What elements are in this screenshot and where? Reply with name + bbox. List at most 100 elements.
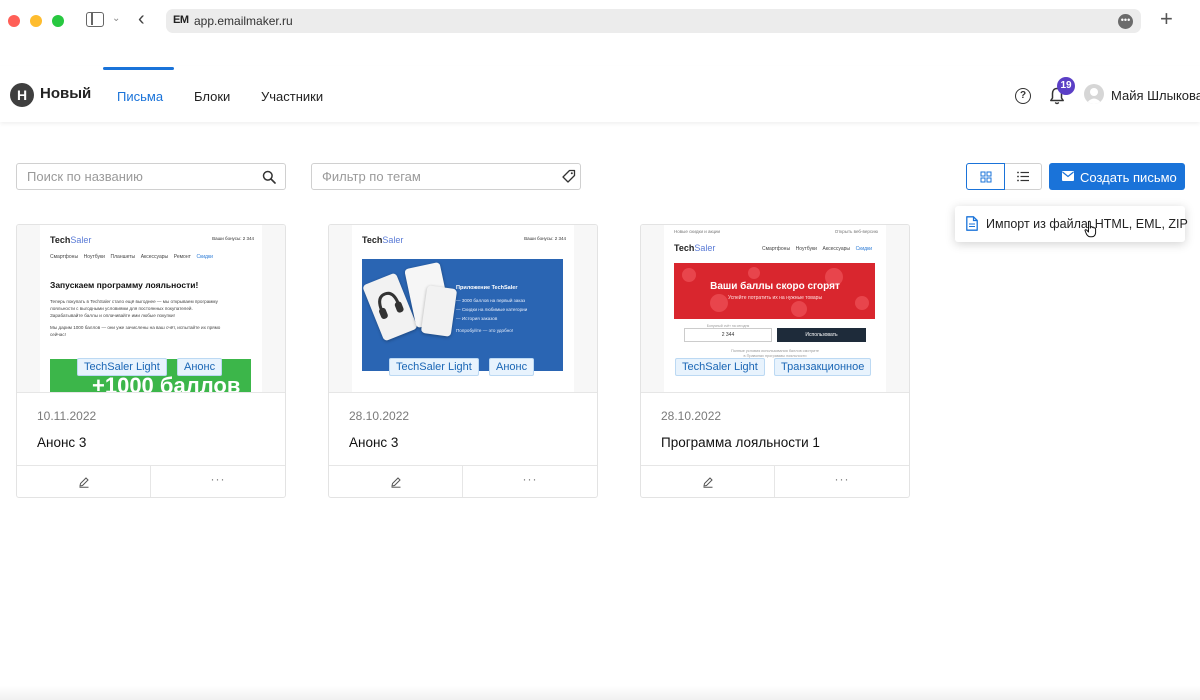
preview-text-line: сейчас! [50,332,66,337]
edit-button[interactable] [641,466,775,497]
chevron-down-icon[interactable]: ⌄ [112,13,120,24]
tag-filter-input[interactable] [311,163,581,190]
sidebar-toggle-icon[interactable] [86,12,104,27]
tag-badge[interactable]: TechSaler Light [675,358,765,376]
preview-text-line: Мы дарим 1000 баллов — они уже зачислены… [50,325,221,330]
preview-app-line: — 3000 баллов на первый заказ [456,298,526,303]
hand-cursor-icon [1084,220,1097,238]
import-from-file-item[interactable]: Импорт из файла: HTML, EML, ZIP [955,206,1188,242]
search-icon[interactable] [262,170,276,184]
logo-main: Tech [362,235,383,245]
workspace-avatar[interactable]: Н [10,83,34,107]
tag-badge[interactable]: TechSaler Light [77,358,167,376]
close-window-button[interactable] [8,15,20,27]
user-icon [1086,88,1102,104]
list-view-button[interactable] [1005,164,1042,189]
tag-badge[interactable]: Анонс [489,358,535,376]
preview-top-right: Открыть веб-версию [834,229,878,234]
preview-banner-subtitle: Успейте потратить их на нужные товары [727,295,823,301]
search-input[interactable] [16,163,286,190]
preview-text-line: лояльности с выгодными условиями для пос… [50,306,193,311]
more-icon[interactable]: ••• [1118,14,1133,29]
minimize-window-button[interactable] [30,15,42,27]
preview-bonus: Ваши бонусы: 2 344 [524,236,566,241]
pencil-icon [703,477,713,488]
site-favicon: EM [173,14,189,26]
preview-code: 2 344 [684,328,772,342]
preview-top-left: Новые скидки и акции [674,229,721,234]
preview-text-line: Зарабатывайте баллы и оплачивайте ими лю… [50,313,175,318]
preview-app-title: Приложение TechSaler [456,285,518,291]
preview-app-line: — История заказов [456,316,498,321]
active-tab-indicator [103,67,174,70]
app-header: Н Новый Письма Блоки Участники ? 19 Майя… [0,66,1200,122]
more-actions-button[interactable]: ··· [463,466,597,497]
letter-card[interactable]: Новые скидки и акции Открыть веб-версию … [640,224,910,498]
preview-text-line: Теперь покупать в TechSaler стало ещё вы… [50,299,218,304]
preview-nav-item: Аксессуары [140,254,169,260]
create-dropdown-menu: Импорт из файла: HTML, EML, ZIP [955,206,1188,242]
letter-preview[interactable]: TechSaler Ваши бонусы: 2 344 Приложение … [329,225,597,393]
tag-icon[interactable] [561,169,576,184]
workspace-name[interactable]: Новый [40,85,91,102]
create-letter-label: Создать письмо [1080,170,1177,185]
letter-preview[interactable]: TechSaler Ваши бонусы: 2 344 Смартфоны Н… [17,225,285,393]
address-bar[interactable]: EM app.emailmaker.ru ••• [166,9,1141,33]
preview-logo: TechSaler [674,243,715,253]
preview-logo: TechSaler [50,235,91,245]
letter-title[interactable]: Анонс 3 [37,435,86,450]
tab-letters[interactable]: Письма [117,89,163,104]
tag-badge[interactable]: Анонс [177,358,223,376]
letter-title[interactable]: Программа лояльности 1 [661,435,820,450]
create-letter-button[interactable]: Создать письмо [1049,163,1185,190]
view-toggle [966,163,1042,190]
tab-members[interactable]: Участники [261,89,323,104]
preview-nav-accent: Скидки [855,246,873,252]
letter-preview[interactable]: Новые скидки и акции Открыть веб-версию … [641,225,909,393]
preview-nav-item: Аксессуары [822,246,851,252]
tag-badge[interactable]: TechSaler Light [389,358,479,376]
avatar[interactable] [1084,84,1104,104]
preview-nav-accent: Скидки [196,254,213,260]
letter-card[interactable]: TechSaler Ваши бонусы: 2 344 Приложение … [328,224,598,498]
preview-nav: Смартфоны Ноутбуки Аксессуары Скидки [762,246,872,252]
bottom-fade [0,686,1200,700]
preview-nav-item: Смартфоны [762,246,791,252]
preview-nav-item: Ноутбуки [795,246,817,252]
url-text[interactable]: app.emailmaker.ru [194,14,293,28]
edit-button[interactable] [17,466,151,497]
edit-button[interactable] [329,466,463,497]
letter-date: 28.10.2022 [349,409,410,423]
preview-nav-item: Ноутбуки [83,254,105,260]
preview-logo: TechSaler [362,235,403,245]
list-icon [1017,171,1029,182]
logo-main: Tech [674,243,695,253]
letter-title[interactable]: Анонс 3 [349,435,398,450]
preview-nav-item: Ремонт [173,254,191,260]
browser-toolbar: ⌄ ‹ EM app.emailmaker.ru ••• + [0,0,1200,42]
tag-badge[interactable]: Транзакционное [774,358,872,376]
letter-date: 10.11.2022 [37,409,97,423]
more-actions-button[interactable]: ··· [151,466,285,497]
logo-suffix: Saler [694,243,716,253]
new-tab-button[interactable]: + [1160,6,1173,32]
preview-app-line: Попробуйте — это удобно! [456,328,514,333]
preview-nav-item: Планшеты [110,254,136,260]
letter-date: 28.10.2022 [661,409,722,423]
grid-view-button[interactable] [966,163,1005,190]
card-actions: ··· [641,465,909,497]
user-name[interactable]: Майя Шлыкова [1111,88,1200,103]
letter-card[interactable]: TechSaler Ваши бонусы: 2 344 Смартфоны Н… [16,224,286,498]
more-actions-button[interactable]: ··· [775,466,909,497]
logo-suffix: Saler [70,235,92,245]
mail-icon [1062,171,1074,181]
tab-blocks[interactable]: Блоки [194,89,230,104]
logo-suffix: Saler [382,235,404,245]
back-arrow-icon[interactable]: ‹ [138,8,145,31]
zoom-window-button[interactable] [52,15,64,27]
help-icon[interactable]: ? [1015,88,1031,104]
preview-small-text: Полные условия использования баллов смот… [730,349,820,353]
tag-list: TechSaler Light Анонс [17,358,285,380]
notification-count-badge: 19 [1057,77,1075,95]
preview-nav: Смартфоны Ноутбуки Планшеты Аксессуары Р… [50,254,213,260]
